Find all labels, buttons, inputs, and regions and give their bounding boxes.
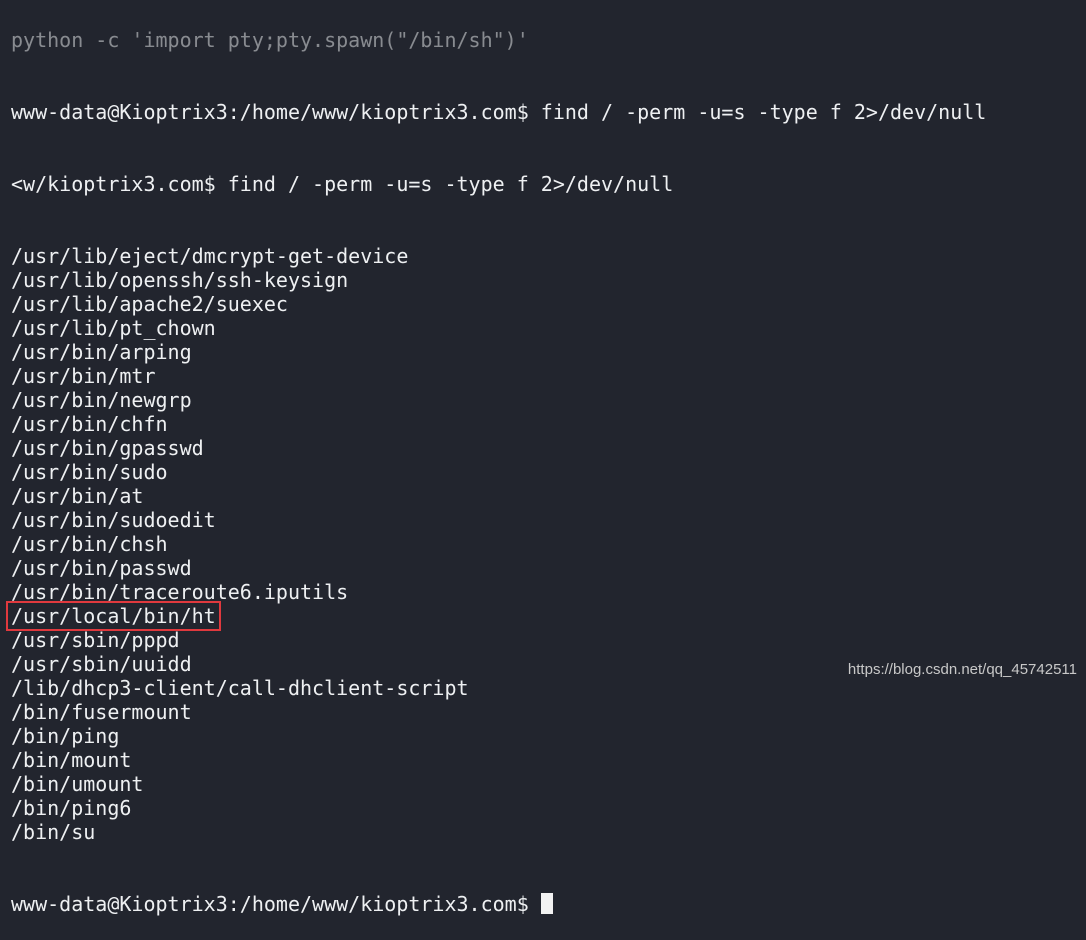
path-text: /lib/dhcp3-client/call-dhclient-script bbox=[11, 676, 469, 700]
result-line: /bin/fusermount bbox=[11, 700, 986, 724]
watermark: https://blog.csdn.net/qq_45742511 bbox=[847, 661, 1077, 678]
cursor bbox=[540, 893, 553, 914]
path-text: /usr/sbin/pppd bbox=[11, 628, 180, 652]
terminal-output[interactable]: python -c 'import pty;pty.spawn("/bin/sh… bbox=[6, 0, 987, 940]
path-text: /usr/bin/passwd bbox=[11, 556, 192, 580]
command-line: www-data@Kioptrix3:/home/www/kioptrix3.c… bbox=[11, 100, 987, 124]
path-text: /usr/bin/traceroute6.iputils bbox=[11, 580, 349, 604]
path-text: /bin/ping bbox=[11, 724, 120, 748]
path-text: /bin/ping6 bbox=[11, 796, 132, 820]
path-text: /usr/sbin/uuidd bbox=[11, 652, 192, 676]
partial-top-line: python -c 'import pty;pty.spawn("/bin/sh… bbox=[11, 28, 529, 52]
path-text: /usr/bin/newgrp bbox=[11, 388, 192, 412]
results-list: /usr/lib/eject/dmcrypt-get-device/usr/li… bbox=[6, 244, 986, 844]
path-text: /bin/su bbox=[11, 820, 96, 844]
result-line: /bin/su bbox=[11, 820, 986, 844]
highlighted-path: /usr/local/bin/ht bbox=[6, 601, 221, 631]
result-line: /usr/sbin/pppd bbox=[11, 628, 986, 652]
path-text: /usr/bin/at bbox=[11, 484, 144, 508]
path-text: /bin/umount bbox=[11, 772, 144, 796]
prompt-line[interactable]: www-data@Kioptrix3:/home/www/kioptrix3.c… bbox=[11, 892, 986, 916]
path-text: /usr/lib/pt_chown bbox=[11, 316, 216, 340]
result-line: /usr/bin/sudoedit bbox=[11, 508, 986, 532]
result-line: /bin/ping6 bbox=[11, 796, 986, 820]
prompt: www-data@Kioptrix3:/home/www/kioptrix3.c… bbox=[11, 892, 541, 916]
result-line: /usr/bin/arping bbox=[11, 340, 986, 364]
result-line: /usr/bin/passwd bbox=[11, 556, 986, 580]
path-text: /usr/bin/sudo bbox=[11, 460, 168, 484]
result-line: /bin/ping bbox=[11, 724, 986, 748]
path-text: /usr/bin/gpasswd bbox=[11, 436, 204, 460]
path-text: /usr/lib/openssh/ssh-keysign bbox=[11, 268, 349, 292]
result-line: /usr/local/bin/ht bbox=[6, 601, 986, 631]
result-line: /usr/bin/chsh bbox=[11, 532, 986, 556]
path-text: /bin/fusermount bbox=[11, 700, 192, 724]
result-line: /lib/dhcp3-client/call-dhclient-script bbox=[11, 676, 986, 700]
result-line: /usr/bin/gpasswd bbox=[11, 436, 986, 460]
result-line: /bin/umount bbox=[11, 772, 986, 796]
path-text: /usr/lib/apache2/suexec bbox=[11, 292, 288, 316]
result-line: /usr/lib/pt_chown bbox=[11, 316, 986, 340]
result-line: /bin/mount bbox=[11, 748, 986, 772]
result-line: /usr/bin/mtr bbox=[11, 364, 986, 388]
path-text: /usr/bin/mtr bbox=[11, 364, 156, 388]
path-text: /usr/bin/sudoedit bbox=[11, 508, 216, 532]
path-text: /usr/bin/chsh bbox=[11, 532, 168, 556]
result-line: /usr/bin/sudo bbox=[11, 460, 986, 484]
result-line: /usr/bin/newgrp bbox=[11, 388, 986, 412]
result-line: /usr/bin/traceroute6.iputils bbox=[11, 580, 986, 604]
result-line: /usr/sbin/uuidd bbox=[11, 652, 986, 676]
path-text: /usr/lib/eject/dmcrypt-get-device bbox=[11, 244, 409, 268]
result-line: /usr/lib/eject/dmcrypt-get-device bbox=[11, 244, 986, 268]
result-line: /usr/bin/at bbox=[11, 484, 986, 508]
echo-line: <w/kioptrix3.com$ find / -perm -u=s -typ… bbox=[11, 172, 674, 196]
result-line: /usr/lib/openssh/ssh-keysign bbox=[11, 268, 986, 292]
result-line: /usr/bin/chfn bbox=[11, 412, 986, 436]
path-text: /usr/bin/chfn bbox=[11, 412, 168, 436]
path-text: /bin/mount bbox=[11, 748, 132, 772]
path-text: /usr/bin/arping bbox=[11, 340, 192, 364]
result-line: /usr/lib/apache2/suexec bbox=[11, 292, 986, 316]
